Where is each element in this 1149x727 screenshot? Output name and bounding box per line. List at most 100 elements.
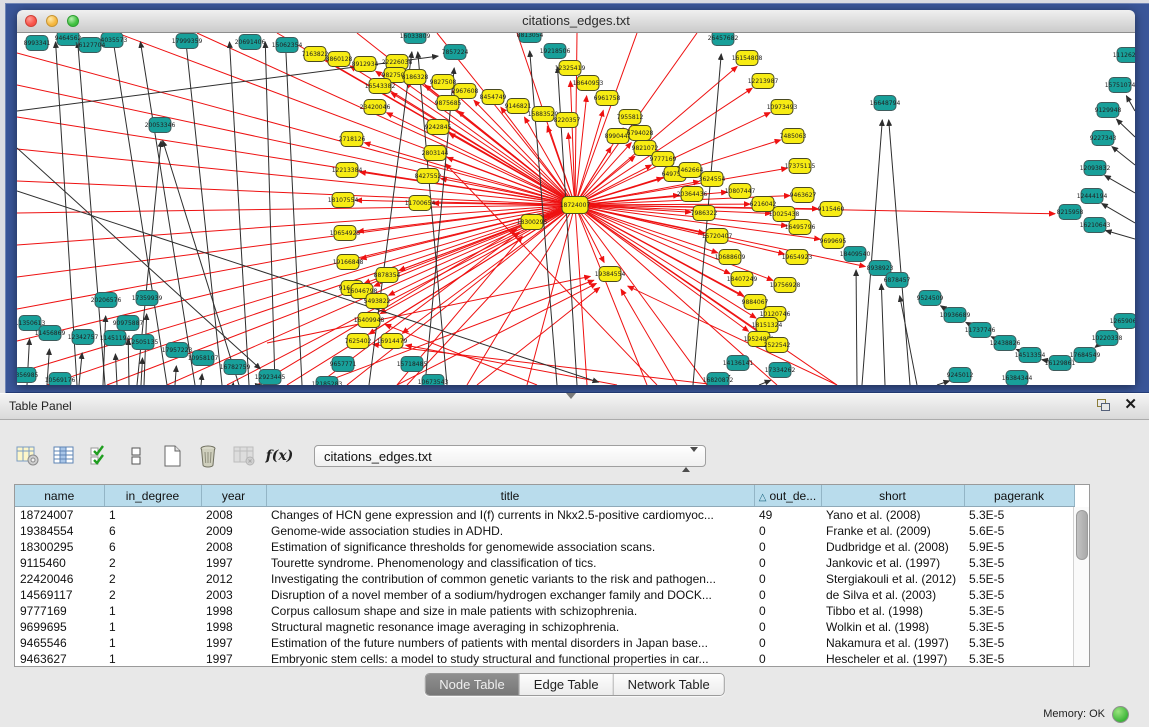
table-cell: 22420046	[15, 571, 104, 587]
node-table-grid: namein_degreeyeartitle△out_de...shortpag…	[15, 485, 1075, 667]
network-edge	[575, 110, 603, 205]
table-settings-icon[interactable]	[14, 443, 41, 469]
table-cell: 5.9E-5	[964, 539, 1074, 555]
network-node-label: 10973493	[767, 104, 798, 111]
network-node-label: 3624554	[699, 176, 726, 183]
network-edge	[230, 42, 249, 385]
table-cell: 1997	[201, 555, 266, 571]
table-cell: Jankovic et al. (1997)	[821, 555, 964, 571]
node-table: namein_degreeyeartitle△out_de...shortpag…	[14, 484, 1090, 667]
scrollbar-thumb[interactable]	[1076, 510, 1088, 560]
table-row[interactable]: 1938455462009Genome-wide association stu…	[15, 523, 1074, 539]
table-cell: Nakamura et al. (1997)	[821, 635, 964, 651]
column-header-year[interactable]: year	[201, 485, 266, 507]
show-columns-icon[interactable]	[50, 443, 77, 469]
table-cell: 0	[754, 619, 821, 635]
table-cell: 1998	[201, 619, 266, 635]
column-header-out_de[interactable]: △out_de...	[754, 485, 821, 507]
network-window-titlebar[interactable]: citations_edges.txt	[17, 10, 1135, 33]
network-node-label: 8220357	[554, 117, 581, 124]
network-node-label: 16543382	[365, 83, 396, 90]
network-node-label: 16033809	[400, 33, 431, 40]
table-panel: Table Panel ✕	[0, 393, 1149, 727]
tab-edge-table[interactable]: Edge Table	[520, 674, 614, 695]
network-node-label: 2803144	[422, 150, 449, 157]
select-columns-icon[interactable]	[86, 443, 113, 469]
float-panel-icon[interactable]	[1097, 399, 1110, 411]
network-node-label: 10120746	[760, 311, 791, 318]
network-node-label: 9115460	[818, 206, 845, 213]
table-cell: 1	[104, 619, 201, 635]
network-edge	[17, 181, 575, 205]
network-node-label: 2718126	[339, 136, 366, 143]
network-node-label: 17359939	[132, 295, 163, 302]
network-node-label: 16648794	[870, 100, 901, 107]
table-cell: 2012	[201, 571, 266, 587]
network-node-label: 26457682	[708, 35, 739, 42]
network-node-label: 19166848	[333, 259, 364, 266]
network-edge	[1102, 204, 1135, 223]
network-node-label: 8993341	[24, 40, 51, 47]
network-node-label: 12213987	[748, 78, 779, 85]
table-cell: 1	[104, 507, 201, 524]
network-node-label: 20691406	[235, 39, 266, 46]
tab-network-table[interactable]: Network Table	[614, 674, 724, 695]
network-edge	[1105, 176, 1135, 193]
table-row[interactable]: 1872400712008Changes of HCN gene express…	[15, 507, 1074, 524]
network-view-frame: citations_edges.txt 18300295716382288601…	[5, 3, 1149, 393]
network-node-label: 8186328	[402, 74, 429, 81]
network-canvas[interactable]: 1830029571638228860128891293422226038982…	[17, 33, 1135, 385]
table-row[interactable]: 1830029562008Estimation of significance …	[15, 539, 1074, 555]
table-cell: 6	[104, 539, 201, 555]
delete-table-icon[interactable]	[194, 443, 221, 469]
network-node-label: 7955812	[617, 114, 644, 121]
column-header-in_degree[interactable]: in_degree	[104, 485, 201, 507]
network-edge	[79, 353, 82, 385]
network-edge	[759, 380, 771, 385]
table-cell: Changes of HCN gene expression and I(f) …	[266, 507, 754, 524]
table-row[interactable]: 969969511998Structural magnetic resonanc…	[15, 619, 1074, 635]
network-node-label: 16409948	[354, 317, 385, 324]
network-node-label: 9827508	[430, 79, 457, 86]
network-edge	[575, 205, 587, 385]
table-row[interactable]: 911546021997Tourette syndrome. Phenomeno…	[15, 555, 1074, 571]
table-cell: 2	[104, 571, 201, 587]
column-header-name[interactable]: name	[15, 485, 104, 507]
network-node-label: 15720407	[702, 233, 733, 240]
network-node-label: 10569176	[45, 377, 76, 384]
close-panel-icon[interactable]: ✕	[1124, 398, 1137, 412]
network-node-label: 8454749	[480, 94, 507, 101]
network-node-label: 18409540	[840, 251, 871, 258]
table-cell: Estimation of significance thresholds fo…	[266, 539, 754, 555]
table-cell: Estimation of the future numbers of pati…	[266, 635, 754, 651]
column-header-pagerank[interactable]: pagerank	[964, 485, 1074, 507]
column-header-short[interactable]: short	[821, 485, 964, 507]
table-header-row: namein_degreeyeartitle△out_de...shortpag…	[15, 485, 1074, 507]
network-node-label: 17375115	[785, 163, 816, 170]
column-header-title[interactable]: title	[266, 485, 754, 507]
network-edge	[115, 354, 117, 385]
row-height-icon[interactable]	[122, 443, 149, 469]
table-selector-dropdown[interactable]: citations_edges.txt	[314, 445, 706, 467]
table-cell: 5.6E-5	[964, 523, 1074, 539]
table-row[interactable]: 946554611997Estimation of the future num…	[15, 635, 1074, 651]
table-row[interactable]: 946362711997Embryonic stem cells: a mode…	[15, 651, 1074, 667]
function-builder-icon[interactable]: f(x)	[266, 443, 293, 469]
vertical-scrollbar[interactable]	[1073, 507, 1089, 666]
table-row[interactable]: 977716911998Corpus callosum shape and si…	[15, 603, 1074, 619]
network-node-label: 20364436	[677, 191, 708, 198]
network-node-label: 11126238	[1113, 52, 1135, 59]
table-row[interactable]: 2242004622012Investigating the contribut…	[15, 571, 1074, 587]
delete-column-icon[interactable]	[230, 443, 257, 469]
memory-status-indicator[interactable]	[1112, 706, 1129, 723]
splitter-grip[interactable]	[566, 393, 576, 399]
network-node-label: 20206576	[91, 297, 122, 304]
network-edge	[937, 381, 949, 385]
tab-node-table[interactable]: Node Table	[425, 674, 520, 695]
network-node-label: 12923445	[255, 374, 286, 381]
new-table-icon[interactable]	[158, 443, 185, 469]
network-node-label: 8912934	[352, 61, 379, 68]
table-cell: 0	[754, 555, 821, 571]
table-cell: 0	[754, 603, 821, 619]
table-row[interactable]: 1456911722003Disruption of a novel membe…	[15, 587, 1074, 603]
